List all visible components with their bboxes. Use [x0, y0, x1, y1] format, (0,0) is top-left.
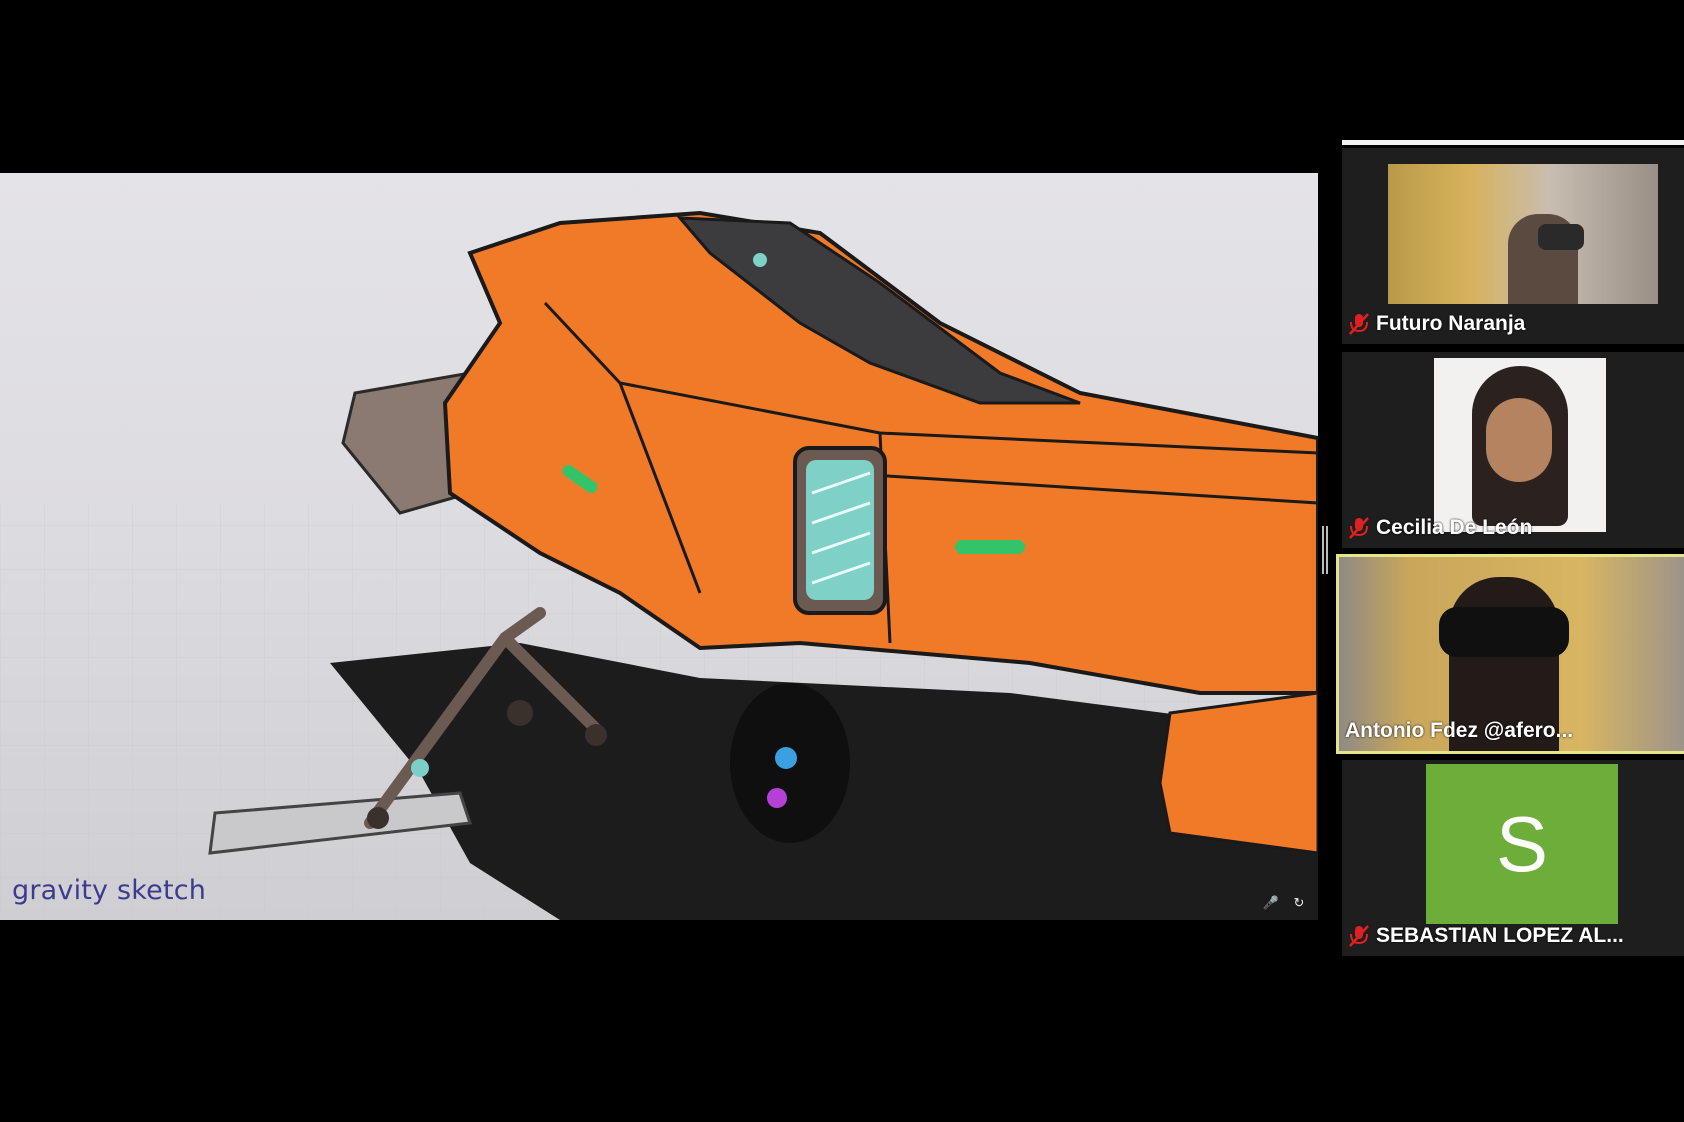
gallery-top-strip — [1342, 140, 1684, 145]
spaceship-3d-model — [0, 210, 1318, 920]
participant-name: Futuro Naranja — [1376, 312, 1526, 335]
participant-name: SEBASTIAN LOPEZ AL... — [1376, 924, 1624, 947]
green-handle — [955, 540, 1025, 554]
participant-tile[interactable]: S SEBASTIAN LOPEZ AL... — [1342, 760, 1684, 956]
panel-resize-handle[interactable] — [1322, 526, 1328, 574]
participant-nameplate: SEBASTIAN LOPEZ AL... — [1348, 924, 1624, 948]
participant-nameplate: Futuro Naranja — [1348, 312, 1525, 336]
participant-tile-active-speaker[interactable]: Antonio Fdez @afero... — [1336, 554, 1684, 754]
participant-tile[interactable]: Cecilia De León — [1342, 352, 1684, 548]
participant-nameplate: Antonio Fdez @afero... — [1345, 719, 1573, 743]
gravity-sketch-watermark: gravity sketch — [12, 875, 207, 906]
shared-screen[interactable]: gravity sketch 🎤 ↻ — [0, 173, 1318, 920]
participant-name: Antonio Fdez @afero... — [1345, 719, 1574, 742]
mic-muted-icon — [1349, 925, 1369, 947]
avatar: S — [1426, 764, 1618, 924]
mic-icon[interactable]: 🎤 — [1262, 894, 1280, 912]
participant-tile[interactable]: Futuro Naranja — [1342, 148, 1684, 344]
share-controls: 🎤 ↻ — [1262, 894, 1308, 912]
participant-gallery: Futuro Naranja Cecilia De León Antonio F… — [1334, 140, 1684, 960]
mic-muted-icon — [1349, 517, 1369, 539]
participant-name: Cecilia De León — [1376, 516, 1533, 539]
participant-video — [1388, 164, 1658, 304]
mic-muted-icon — [1349, 313, 1369, 335]
refresh-icon[interactable]: ↻ — [1290, 894, 1308, 912]
participant-video — [1434, 358, 1606, 532]
participant-nameplate: Cecilia De León — [1348, 516, 1532, 540]
